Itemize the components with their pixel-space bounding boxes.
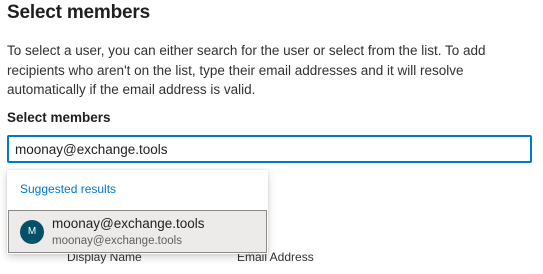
suggestions-dropdown: Suggested results M moonay@exchange.tool… [7,170,268,254]
select-members-label: Select members [7,110,111,125]
suggested-result-item[interactable]: M moonay@exchange.tools moonay@exchange.… [8,210,267,253]
page-title: Select members [7,2,150,23]
select-members-input[interactable] [9,137,530,161]
page-description: To select a user, you can either search … [7,43,486,97]
result-primary-text: moonay@exchange.tools [52,216,205,231]
avatar: M [20,220,44,244]
suggested-results-header: Suggested results [20,182,117,196]
select-members-input-container [7,135,532,163]
result-secondary-text: moonay@exchange.tools [52,235,182,247]
